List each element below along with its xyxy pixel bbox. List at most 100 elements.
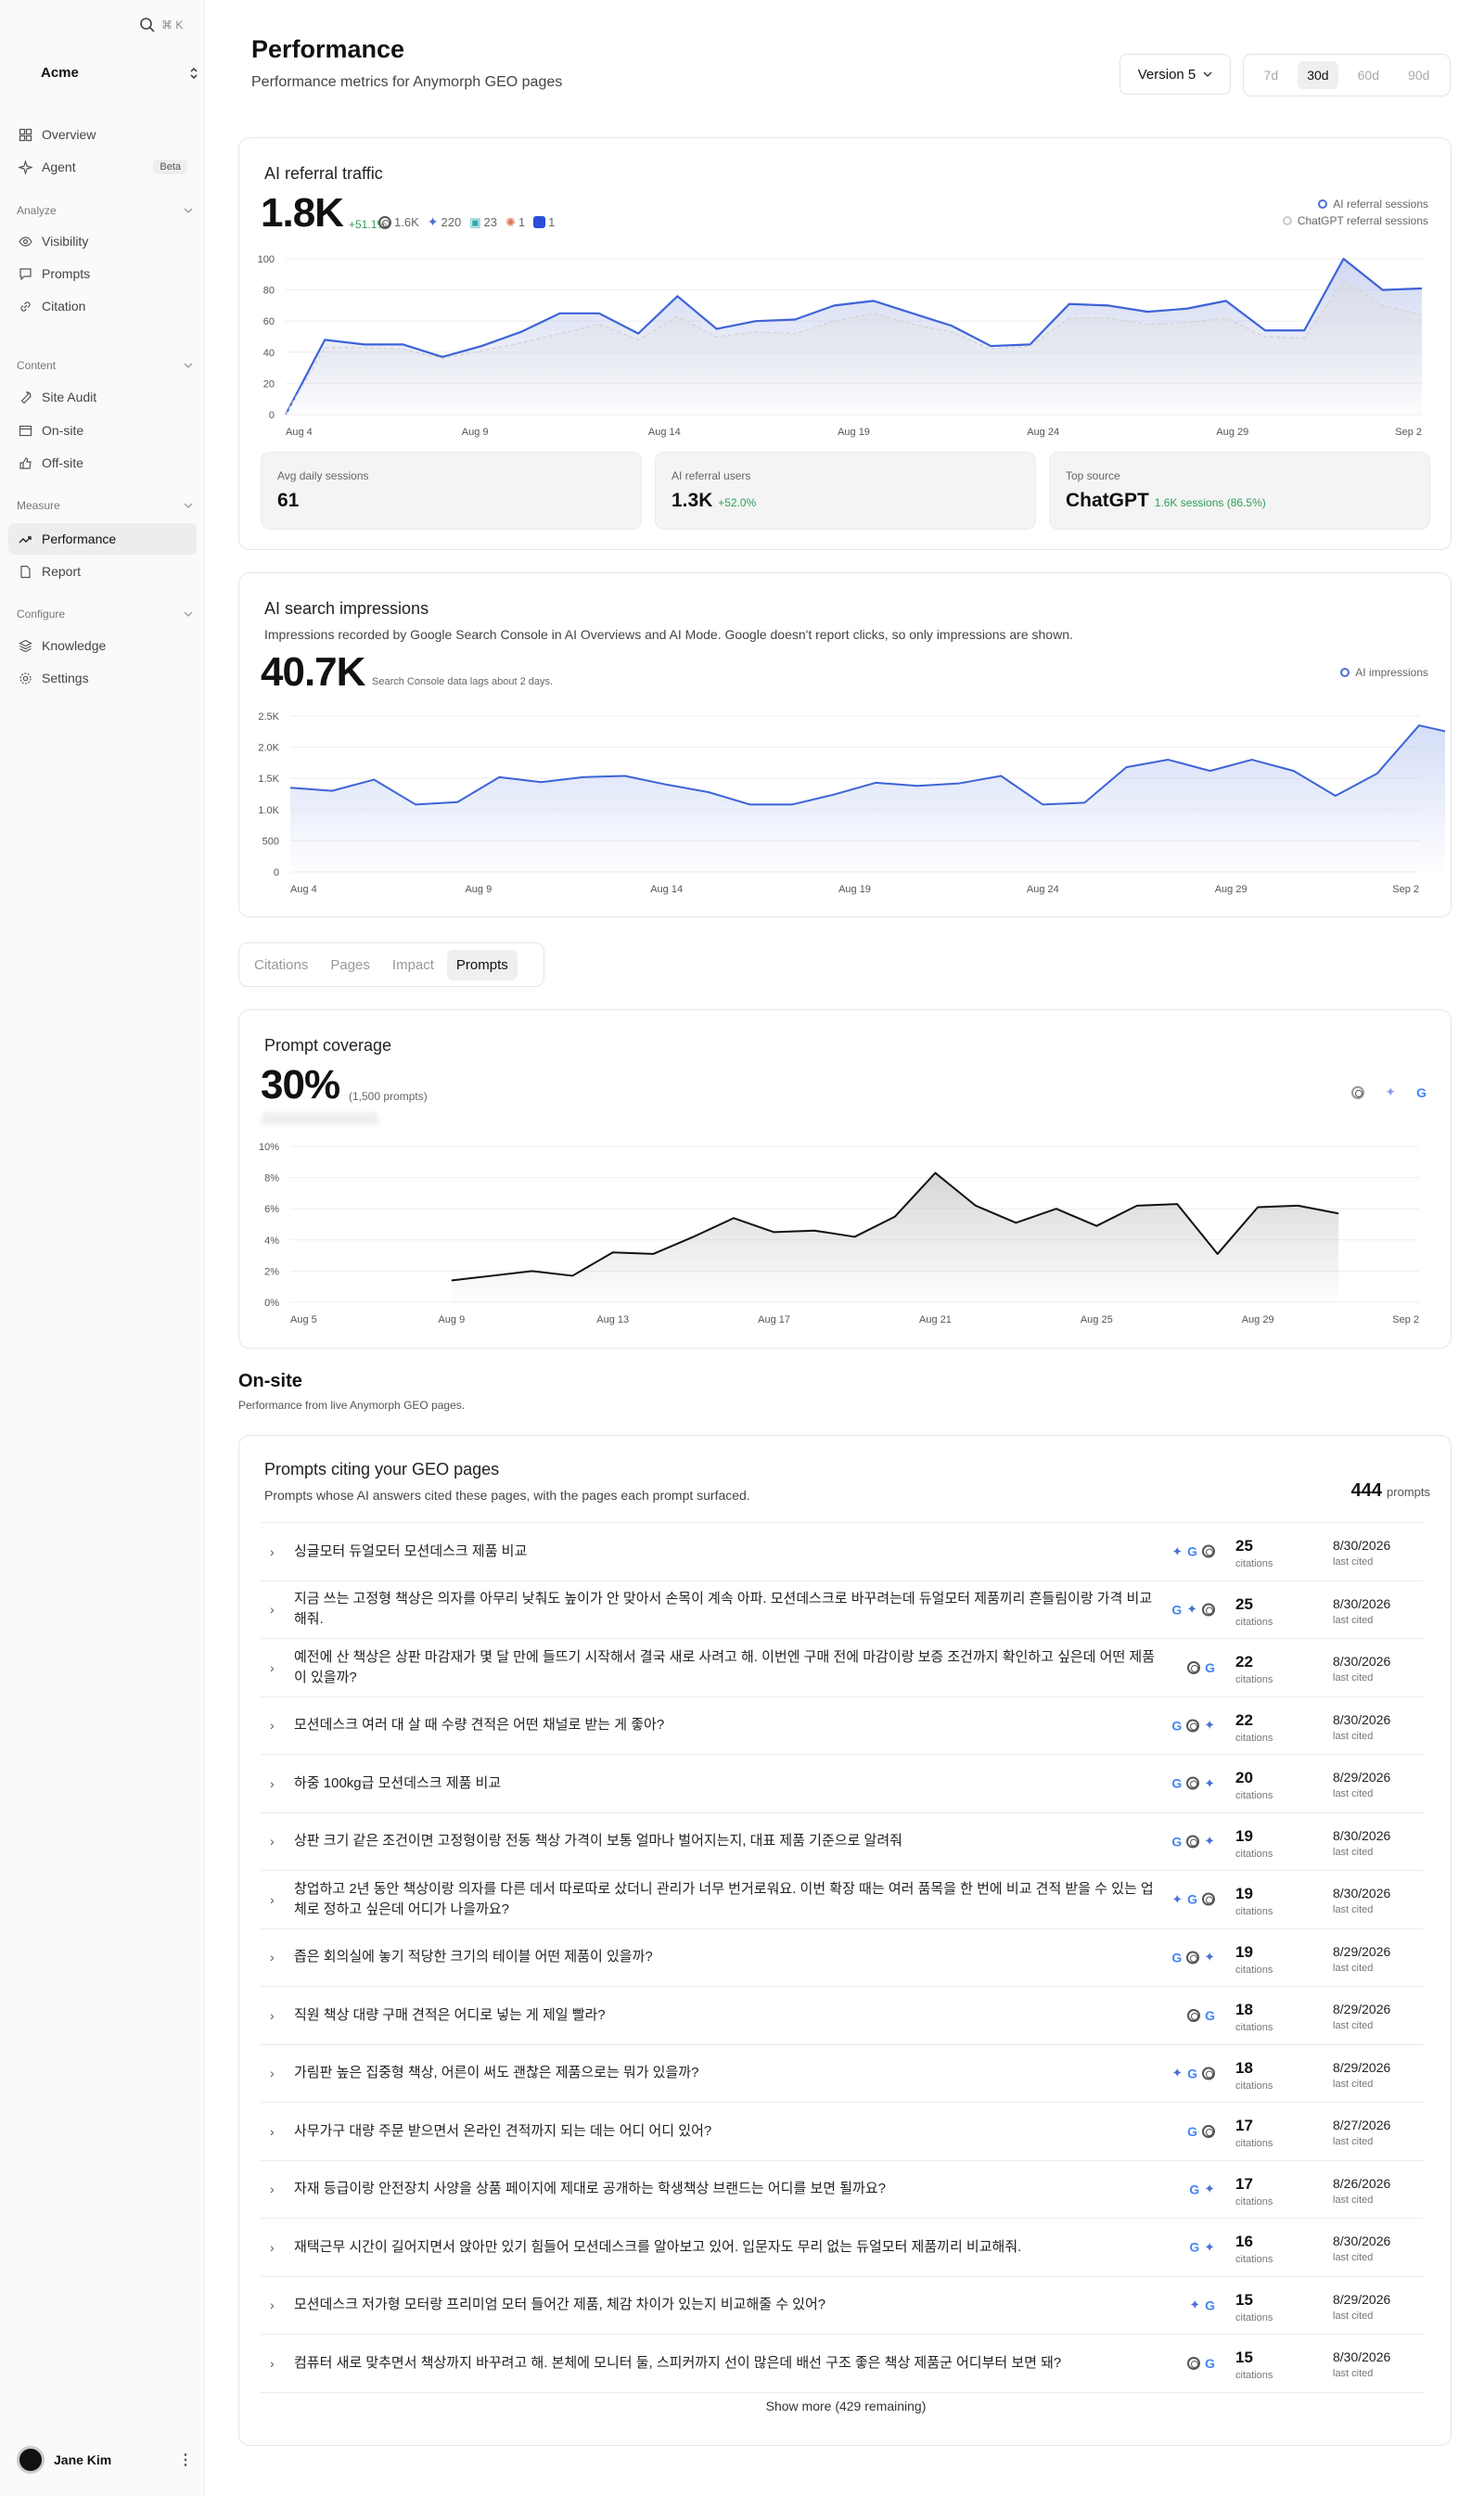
tab-bar: Citations Pages Impact Prompts xyxy=(238,942,544,987)
range-7d[interactable]: 7d xyxy=(1255,61,1288,89)
x-tick-label: Aug 29 xyxy=(1215,884,1247,895)
chevron-right-icon[interactable]: › xyxy=(270,2124,275,2139)
chevron-right-icon[interactable]: › xyxy=(270,2298,275,2312)
openai-icon[interactable] xyxy=(1351,1085,1365,1099)
nav-report[interactable]: Report xyxy=(8,556,197,587)
prompt-row[interactable]: › 사무가구 대량 주문 받으면서 온라인 견적까지 되는 데는 어디 어디 있어… xyxy=(261,2102,1424,2159)
prompt-row[interactable]: › 자재 등급이랑 안전장치 사양을 상품 페이지에 제대로 공개하는 학생책상 … xyxy=(261,2159,1424,2218)
version-select[interactable]: Version 5 xyxy=(1119,54,1231,95)
eye-icon xyxy=(19,236,32,247)
prompt-row[interactable]: › 컴퓨터 새로 맞추면서 책상까지 바꾸려고 해. 본체에 모니터 둘, 스피커… xyxy=(261,2334,1424,2391)
gemini-icon: ✦ xyxy=(1204,1833,1215,1849)
chevron-right-icon[interactable]: › xyxy=(270,2066,275,2080)
openai-icon xyxy=(1186,1951,1200,1964)
prompt-row[interactable]: › 하중 100kg급 모션데스크 제품 비교 G ✦ 20 citations 8/29/… xyxy=(261,1754,1424,1811)
total-label: prompts xyxy=(1387,1485,1430,1499)
chevron-right-icon[interactable]: › xyxy=(270,1602,275,1617)
gemini-icon[interactable]: ✦ xyxy=(1385,1084,1396,1100)
range-60d[interactable]: 60d xyxy=(1349,61,1388,89)
google-icon: G xyxy=(1171,1950,1183,1965)
nav-citation[interactable]: Citation xyxy=(8,290,197,322)
nav-performance[interactable]: Performance xyxy=(8,523,197,555)
google-icon: G xyxy=(1187,2066,1197,2080)
google-icon[interactable]: G xyxy=(1416,1085,1426,1100)
prompt-row[interactable]: › 예전에 산 책상은 상판 마감재가 몇 달 만에 들뜨기 시작해서 결국 새로… xyxy=(261,1638,1424,1696)
prompt-row[interactable]: › 모션데스크 저가형 모터랑 프리미엄 모터 들어간 제품, 체감 차이가 있는… xyxy=(261,2275,1424,2334)
engine-icons: ✦ G xyxy=(1171,2066,1215,2081)
chevron-right-icon[interactable]: › xyxy=(270,2008,275,2023)
nav-label: Agent xyxy=(42,160,76,174)
gemini-icon: ✦ xyxy=(1204,1775,1215,1790)
card-desc: Prompts whose AI answers cited these pag… xyxy=(264,1488,750,1503)
chevron-right-icon[interactable]: › xyxy=(270,1892,275,1907)
google-icon: G xyxy=(1171,1718,1183,1733)
tab-pages[interactable]: Pages xyxy=(321,950,379,980)
section-analyze[interactable]: Analyze xyxy=(17,204,193,217)
avatar xyxy=(17,2446,45,2474)
prompt-text: 컴퓨터 새로 맞추면서 책상까지 바꾸려고 해. 본체에 모니터 둘, 스피커까… xyxy=(294,2354,1062,2371)
nav-label: Overview xyxy=(42,127,96,142)
chevron-down-icon xyxy=(1203,71,1212,77)
nav-knowledge[interactable]: Knowledge xyxy=(8,630,197,661)
nav-overview[interactable]: Overview xyxy=(8,119,197,150)
citation-label: citations xyxy=(1235,2254,1273,2265)
citation-count: 19 xyxy=(1235,1942,1253,1961)
chevron-right-icon[interactable]: › xyxy=(270,1950,275,1965)
chevron-right-icon[interactable]: › xyxy=(270,1660,275,1675)
tab-citations[interactable]: Citations xyxy=(245,950,317,980)
citation-count: 16 xyxy=(1235,2233,1253,2250)
prompt-text: 하중 100kg급 모션데스크 제품 비교 xyxy=(294,1774,502,1791)
chevron-right-icon[interactable]: › xyxy=(270,1776,275,1791)
prompt-row[interactable]: › 직원 책상 대량 구매 견적은 어디로 넣는 게 제일 빨라? G 18 citat… xyxy=(261,1986,1424,2043)
prompt-row[interactable]: › 좁은 회의실에 놓기 적당한 크기의 테이블 어떤 제품이 있을까? G ✦ 19 c… xyxy=(261,1927,1424,1986)
prompt-row[interactable]: › 가림판 높은 집중형 책상, 어른이 써도 괜찮은 제품으로는 뭐가 있을까?… xyxy=(261,2043,1424,2102)
chevron-right-icon[interactable]: › xyxy=(270,1718,275,1733)
tab-prompts[interactable]: Prompts xyxy=(446,949,518,980)
layers-icon xyxy=(19,639,32,652)
chevron-right-icon[interactable]: › xyxy=(270,1544,275,1559)
prompt-text: 모션데스크 저가형 모터랑 프리미엄 모터 들어간 제품, 체감 차이가 있는지… xyxy=(294,2297,826,2312)
citation-count: 25 xyxy=(1235,1594,1253,1613)
prompt-row[interactable]: › 창업하고 2년 동안 책상이랑 의자를 다른 데서 따로따로 샀더니 관리가 … xyxy=(261,1870,1424,1927)
more-vertical-icon[interactable]: ⋮ xyxy=(178,2451,193,2469)
chevron-right-icon[interactable]: › xyxy=(270,1834,275,1849)
engine-icons: G ✦ xyxy=(1189,2182,1215,2197)
section-measure[interactable]: Measure xyxy=(17,499,193,512)
last-cited-label: last cited xyxy=(1333,2136,1374,2147)
nav-off-site[interactable]: Off-site xyxy=(8,447,197,479)
nav-on-site[interactable]: On-site xyxy=(8,415,197,446)
prompt-row[interactable]: › 지금 쓰는 고정형 책상은 의자를 아무리 낮춰도 높이가 안 맞아서 손목이… xyxy=(261,1580,1424,1638)
show-more-button[interactable]: Show more (429 remaining) xyxy=(239,2399,1452,2413)
nav-site-audit[interactable]: Site Audit xyxy=(8,381,197,413)
chevron-right-icon[interactable]: › xyxy=(270,2356,275,2371)
prompt-row[interactable]: › 모션데스크 여러 대 살 때 수량 견적은 어떤 채널로 받는 게 좋아? G ✦… xyxy=(261,1696,1424,1754)
section-configure[interactable]: Configure xyxy=(17,608,193,621)
last-cited-date: 8/26/2026 xyxy=(1333,2175,1391,2191)
range-90d[interactable]: 90d xyxy=(1399,61,1439,89)
range-30d[interactable]: 30d xyxy=(1298,61,1338,89)
x-tick-label: Aug 17 xyxy=(758,1314,790,1325)
prompt-row[interactable]: › 상판 크기 같은 조건이면 고정형이랑 전동 책상 가격이 보통 얼마나 벌어… xyxy=(261,1811,1424,1870)
tab-impact[interactable]: Impact xyxy=(383,950,443,980)
org-switcher[interactable]: Acme xyxy=(41,65,198,81)
engine-filter: ✦ G xyxy=(1351,1084,1426,1100)
nav-prompts[interactable]: Prompts xyxy=(8,258,197,289)
prompt-row[interactable]: › 싱글모터 듀얼모터 모션데스크 제품 비교 ✦ G 25 citations 8/30/… xyxy=(261,1522,1424,1580)
link-icon xyxy=(20,301,31,312)
y-tick-label: 0 xyxy=(274,867,279,878)
list-divider xyxy=(261,2391,1424,2393)
chevron-right-icon[interactable]: › xyxy=(270,2240,275,2255)
nav-agent[interactable]: Agent Beta xyxy=(8,151,197,183)
page-subtitle: Performance metrics for Anymorph GEO pag… xyxy=(251,74,563,90)
chevron-right-icon[interactable]: › xyxy=(270,2182,275,2196)
y-tick-label: 500 xyxy=(262,836,279,847)
citation-label: citations xyxy=(1235,1558,1273,1569)
nav-visibility[interactable]: Visibility xyxy=(8,225,197,257)
section-content[interactable]: Content xyxy=(17,359,193,372)
user-menu[interactable]: Jane Kim ⋮ xyxy=(17,2446,193,2474)
nav-settings[interactable]: Settings xyxy=(8,662,197,694)
section-label: Measure xyxy=(17,499,60,512)
citation-count: 15 xyxy=(1235,2290,1253,2309)
prompt-row[interactable]: › 재택근무 시간이 길어지면서 앉아만 있기 힘들어 모션데스크를 알아보고 있… xyxy=(261,2218,1424,2275)
search-trigger[interactable]: ⌘ K xyxy=(139,17,183,33)
